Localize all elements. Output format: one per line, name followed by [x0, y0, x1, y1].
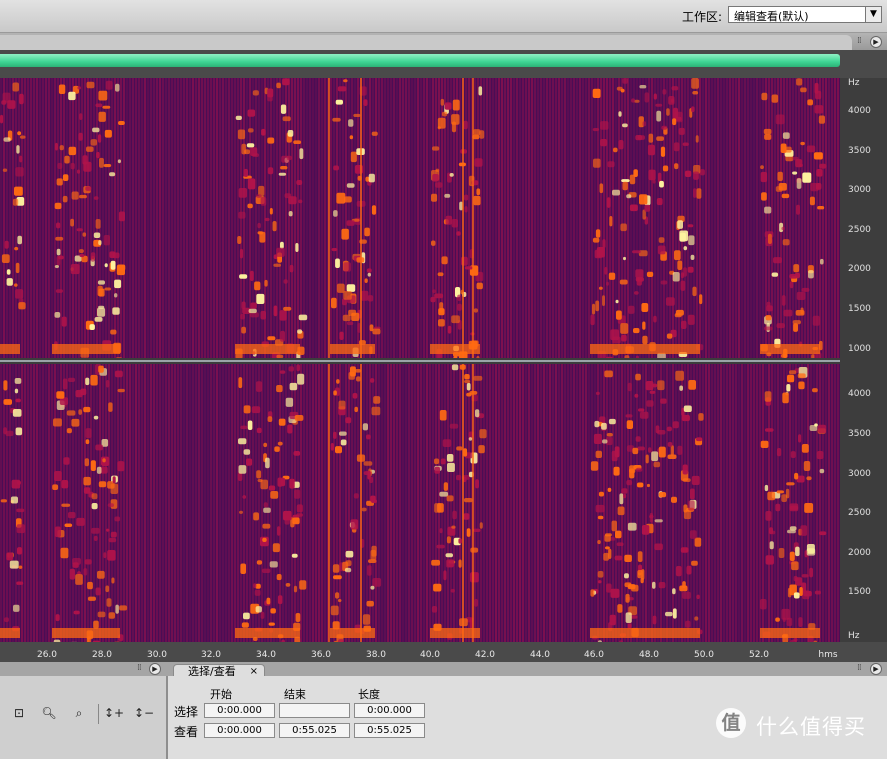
view-length-field[interactable]: 0:55.025: [354, 723, 425, 738]
editor-panel-header: ⁞⁞ ▶: [0, 33, 887, 50]
grip-icon[interactable]: ⁞⁞: [137, 663, 142, 673]
time-tick: 38.0: [365, 650, 387, 660]
freq-tick: 2500: [848, 225, 871, 235]
time-tick: 52.0: [748, 650, 770, 660]
time-tick: 48.0: [638, 650, 660, 660]
freq-tick: 2500: [848, 508, 871, 518]
panel-menu-icon[interactable]: ▶: [149, 663, 161, 675]
workspace-label: 工作区:: [682, 10, 723, 24]
watermark: 值 什么值得买: [716, 706, 886, 756]
zoom-out-icon[interactable]: ⌕: [70, 704, 88, 722]
freq-tick: 1500: [848, 587, 871, 597]
workspace-bar: 工作区: 编辑查看(默认) ▼: [0, 0, 887, 33]
freq-tick: 1500: [848, 304, 871, 314]
spectrogram-image: [0, 78, 840, 358]
spectrogram-area: Hz 4000 3500 3000 2500 2000 1500 1000 40…: [0, 72, 887, 662]
time-tick: 32.0: [200, 650, 222, 660]
zoom-panel: ⊡ 🔍︎ ⌕ ↕+ ↕−: [0, 676, 168, 759]
spectrogram-image: [0, 364, 840, 642]
column-header-end: 结束: [284, 688, 306, 701]
panel-menu-icon[interactable]: ▶: [870, 663, 882, 675]
freq-unit-label: Hz: [848, 78, 860, 88]
view-start-field[interactable]: 0:00.000: [204, 723, 275, 738]
watermark-logo-icon: 值: [716, 708, 746, 738]
time-unit-label: hms: [818, 650, 838, 660]
freq-tick: 2000: [848, 548, 871, 558]
zoom-full-icon[interactable]: ⊡: [10, 704, 28, 722]
overview-track: [0, 50, 887, 72]
overview-scrollbar[interactable]: [0, 54, 840, 67]
time-tick: 30.0: [146, 650, 168, 660]
workspace-select-value: 编辑查看(默认): [734, 10, 809, 23]
time-tick: 44.0: [529, 650, 551, 660]
time-tick: 46.0: [583, 650, 605, 660]
selection-start-field[interactable]: 0:00.000: [204, 703, 275, 718]
selection-end-field[interactable]: [279, 703, 350, 718]
frequency-ruler: Hz 4000 3500 3000 2500 2000 1500 1000 40…: [840, 78, 887, 642]
channel-divider-line: [0, 360, 840, 362]
freq-unit-label: Hz: [848, 631, 860, 641]
workspace-select[interactable]: 编辑查看(默认) ▼: [728, 6, 882, 23]
time-ruler: 26.0 28.0 30.0 32.0 34.0 36.0 38.0 40.0 …: [0, 642, 887, 662]
time-tick: 40.0: [419, 650, 441, 660]
column-header-start: 开始: [210, 688, 232, 701]
time-tick: 34.0: [255, 650, 277, 660]
time-tick: 26.0: [36, 650, 58, 660]
bottom-panel-header: ⁞⁞ ▶ ⁞⁞ ▶: [0, 662, 887, 676]
freq-tick: 4000: [848, 389, 871, 399]
zoom-in-vertical-icon[interactable]: ↕+: [104, 704, 124, 722]
freq-tick: 3500: [848, 429, 871, 439]
view-end-field[interactable]: 0:55.025: [279, 723, 350, 738]
freq-tick: 1000: [848, 344, 871, 354]
editor-panel-tab[interactable]: [0, 35, 852, 50]
freq-tick: 2000: [848, 264, 871, 274]
freq-tick: 3500: [848, 146, 871, 156]
selection-length-field[interactable]: 0:00.000: [354, 703, 425, 718]
freq-tick: 3000: [848, 469, 871, 479]
time-tick: 50.0: [693, 650, 715, 660]
chevron-down-icon[interactable]: ▼: [865, 7, 881, 22]
freq-tick: 4000: [848, 106, 871, 116]
toolbar-divider: [98, 704, 99, 724]
spectrogram-bottom-channel[interactable]: [0, 364, 840, 642]
time-tick: 36.0: [310, 650, 332, 660]
watermark-text: 什么值得买: [756, 715, 866, 739]
panel-menu-icon[interactable]: ▶: [870, 36, 882, 48]
row-label-selection: 选择: [174, 705, 199, 719]
zoom-in-icon[interactable]: 🔍︎: [40, 704, 58, 722]
row-label-view: 查看: [174, 725, 199, 739]
freq-tick: 3000: [848, 185, 871, 195]
column-header-length: 长度: [358, 688, 380, 701]
time-tick: 28.0: [91, 650, 113, 660]
grip-icon[interactable]: ⁞⁞: [857, 663, 862, 673]
zoom-out-vertical-icon[interactable]: ↕−: [134, 704, 154, 722]
spectrogram-top-channel[interactable]: [0, 78, 840, 358]
time-tick: 42.0: [474, 650, 496, 660]
grip-icon[interactable]: ⁞⁞: [857, 36, 862, 46]
